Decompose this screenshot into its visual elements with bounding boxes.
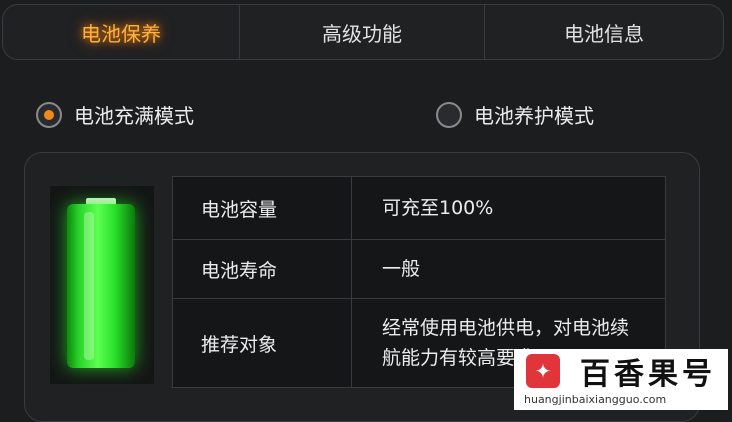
watermark: ✦ 百香果号 huangjinbaixiangguo.com [514, 349, 728, 410]
life-key: 电池寿命 [172, 239, 352, 299]
tab-battery-care[interactable]: 电池保养 [3, 5, 239, 59]
radio-full-charge-label: 电池充满模式 [74, 104, 194, 128]
capacity-value: 可充至100% [351, 176, 666, 240]
capacity-key: 电池容量 [172, 176, 352, 240]
table-row: 电池寿命 一般 [172, 239, 666, 299]
tab-battery-info[interactable]: 电池信息 [484, 5, 723, 59]
tab-advanced[interactable]: 高级功能 [239, 5, 484, 59]
watermark-url: huangjinbaixiangguo.com [524, 393, 667, 406]
star-icon: ✦ [526, 354, 560, 388]
radio-unselected-icon [436, 101, 462, 128]
radio-care-label: 电池养护模式 [474, 104, 594, 128]
table-row: 电池容量 可充至100% [172, 176, 666, 240]
watermark-header: ✦ 百香果号 [514, 349, 728, 393]
recommended-value-line1: 经常使用电池供电，对电池续 [382, 317, 630, 339]
battery-highlight [84, 212, 94, 360]
radio-care-mode[interactable]: 电池养护模式 [436, 100, 594, 129]
watermark-brand: 百香果号 [580, 357, 716, 392]
battery-icon [67, 204, 135, 368]
radio-full-charge-mode[interactable]: 电池充满模式 [36, 100, 194, 129]
life-value: 一般 [351, 239, 666, 299]
tab-bar: 电池保养 高级功能 电池信息 [2, 4, 724, 60]
radio-selected-icon [36, 101, 62, 128]
recommended-key: 推荐对象 [172, 298, 352, 388]
